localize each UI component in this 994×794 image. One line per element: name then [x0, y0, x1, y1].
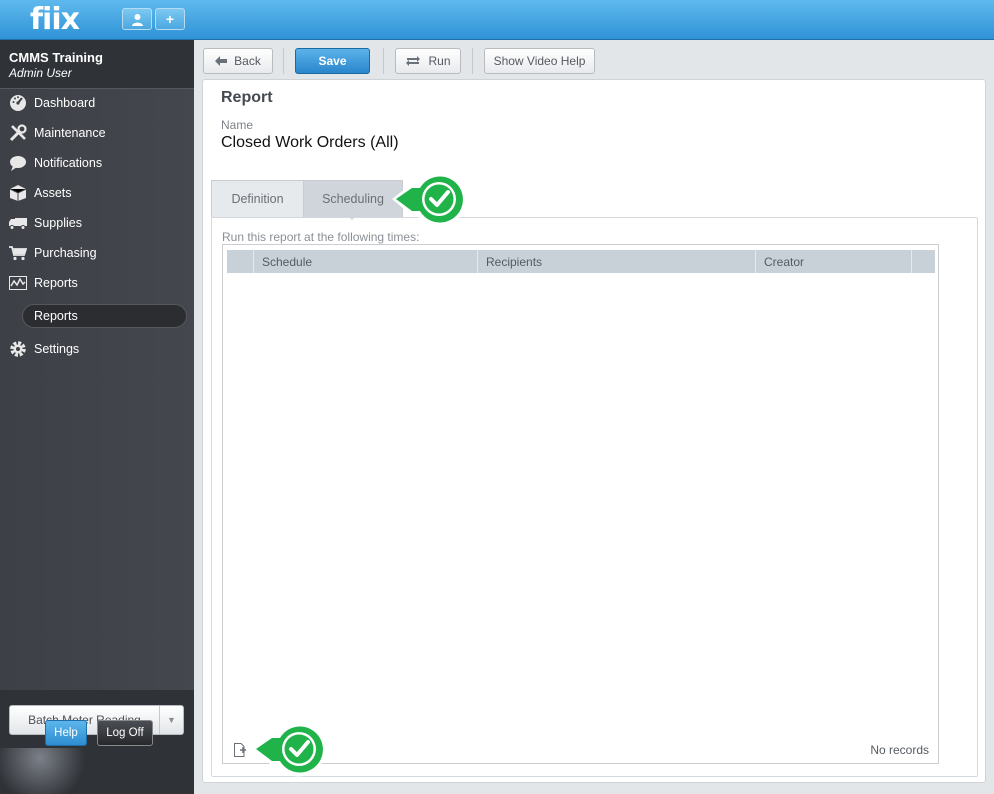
arrow-left-icon [215, 56, 228, 66]
back-button[interactable]: Back [203, 48, 273, 74]
toolbar-divider [383, 48, 384, 74]
tab-definition[interactable]: Definition [211, 180, 304, 217]
report-name-value: Closed Work Orders (All) [221, 134, 399, 151]
back-label: Back [234, 54, 261, 68]
log-off-button[interactable]: Log Off [97, 720, 153, 746]
column-header-recipients[interactable]: Recipients [478, 250, 756, 273]
sidebar-item-reports[interactable]: Reports [0, 268, 194, 298]
schedule-instructions: Run this report at the following times: [222, 230, 420, 244]
truck-icon [8, 214, 28, 232]
fiix-logo[interactable]: fiix [30, 2, 80, 37]
chevron-down-icon[interactable]: ▼ [159, 706, 183, 734]
sidebar-item-label: Notifications [34, 156, 103, 170]
sidebar-item-label: Reports [34, 276, 78, 290]
column-header-creator[interactable]: Creator [756, 250, 912, 273]
sidebar-item-assets[interactable]: Assets [0, 178, 194, 208]
column-header-schedule[interactable]: Schedule [254, 250, 478, 273]
sidebar-item-label: Dashboard [34, 96, 96, 110]
chart-icon [8, 274, 28, 292]
sidebar: CMMS Training Admin User Dashboard Maint… [0, 40, 194, 794]
page-title: Report [221, 89, 273, 106]
org-header: CMMS Training Admin User [0, 40, 194, 89]
box-icon [8, 184, 28, 202]
tab-scheduling[interactable]: Scheduling [303, 180, 403, 217]
check-callout-icon [392, 172, 466, 227]
user-icon [131, 13, 143, 26]
toolbar-divider [472, 48, 473, 74]
name-label: Name [221, 118, 254, 132]
sidebar-footer-background [0, 748, 194, 794]
sidebar-item-label: Purchasing [34, 246, 97, 260]
sidebar-item-notifications[interactable]: Notifications [0, 148, 194, 178]
save-button[interactable]: Save [295, 48, 370, 74]
check-callout-icon [252, 722, 326, 777]
column-header-actions [912, 250, 935, 273]
help-button[interactable]: Help [45, 720, 87, 746]
column-header-select [227, 250, 254, 273]
dashboard-gauge-icon [8, 94, 28, 112]
sidebar-item-label: Settings [34, 342, 80, 356]
gear-icon [8, 340, 28, 358]
sidebar-item-label: Assets [34, 186, 72, 200]
grid-header: Schedule Recipients Creator [227, 250, 935, 273]
top-bar: fiix + [0, 0, 994, 40]
tools-icon [8, 124, 28, 142]
cart-icon [8, 244, 28, 262]
speech-bubble-icon [8, 154, 28, 172]
user-name: Admin User [9, 66, 72, 80]
sidebar-subitem-reports[interactable]: Reports [22, 304, 187, 328]
run-label: Run [428, 54, 451, 68]
add-schedule-icon[interactable] [233, 743, 247, 757]
active-tab-pointer [346, 214, 358, 220]
user-button[interactable] [122, 8, 152, 30]
toolbar-divider [283, 48, 284, 74]
no-records-text: No records [870, 743, 929, 757]
sidebar-item-purchasing[interactable]: Purchasing [0, 238, 194, 268]
refresh-icon [406, 56, 421, 66]
org-name: CMMS Training [9, 50, 103, 65]
add-button[interactable]: + [155, 8, 185, 30]
sidebar-item-dashboard[interactable]: Dashboard [0, 88, 194, 118]
sidebar-item-label: Supplies [34, 216, 82, 230]
sidebar-item-maintenance[interactable]: Maintenance [0, 118, 194, 148]
sidebar-item-settings[interactable]: Settings [0, 334, 194, 364]
sidebar-item-supplies[interactable]: Supplies [0, 208, 194, 238]
sidebar-item-label: Maintenance [34, 126, 106, 140]
schedule-grid: Schedule Recipients Creator No records [222, 244, 939, 764]
run-button[interactable]: Run [395, 48, 461, 74]
show-video-help-button[interactable]: Show Video Help [484, 48, 595, 74]
